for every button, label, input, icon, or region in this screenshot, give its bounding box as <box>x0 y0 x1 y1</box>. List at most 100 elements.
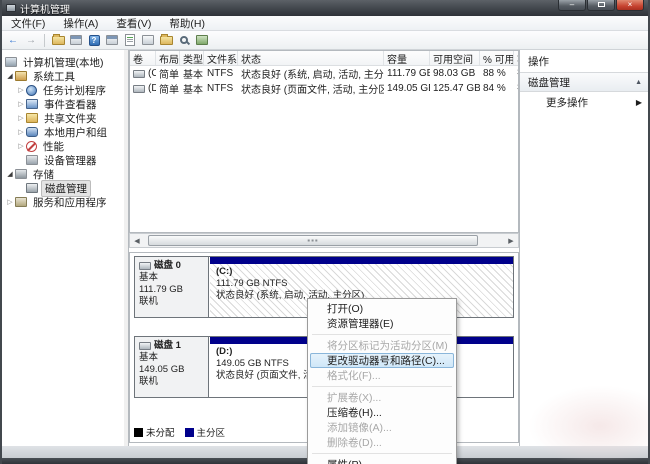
local-users-icon <box>26 127 38 137</box>
menu-file[interactable]: 文件(F) <box>2 16 54 30</box>
collapse-icon[interactable]: ▲ <box>635 79 642 86</box>
menu-item-explorer[interactable]: 资源管理器(E) <box>310 316 454 331</box>
toolbar: ← → ? <box>2 31 648 50</box>
menu-item-extend-volume: 扩展卷(X)... <box>310 390 454 405</box>
volume-row-c[interactable]: (C:) 简单 基本 NTFS 状态良好 (系统, 启动, 活动, 主分区) 1… <box>130 66 518 81</box>
system-tools-icon <box>15 71 27 81</box>
snap-in-icon[interactable] <box>195 34 209 47</box>
window-title: 计算机管理 <box>20 1 70 16</box>
column-status[interactable]: 状态 <box>238 51 384 65</box>
column-capacity[interactable]: 容量 <box>384 51 430 65</box>
tree-item-services-apps[interactable]: ▷ 服务和应用程序 <box>2 195 124 209</box>
column-layout[interactable]: 布局 <box>156 51 180 65</box>
app-icon <box>6 4 16 12</box>
collapsed-icon[interactable]: ▷ <box>16 100 26 108</box>
volume-icon <box>133 70 145 78</box>
minimize-button[interactable]: – <box>558 0 586 11</box>
primary-partition-stripe <box>210 257 513 264</box>
menu-help[interactable]: 帮助(H) <box>160 16 214 30</box>
collapsed-icon[interactable]: ▷ <box>16 142 26 150</box>
column-percent-free[interactable]: % 可用 <box>480 51 514 65</box>
collapsed-icon[interactable]: ▷ <box>5 198 15 206</box>
disk-1-type: 基本 <box>139 352 204 364</box>
menu-view[interactable]: 查看(V) <box>107 16 160 30</box>
scrollbar-thumb[interactable]: ▪▪▪ <box>148 235 478 246</box>
open-folder-icon[interactable] <box>159 34 173 47</box>
tree-item-computer-management[interactable]: 计算机管理(本地) <box>2 55 124 69</box>
column-free-space[interactable]: 可用空间 <box>430 51 480 65</box>
device-manager-icon <box>26 155 38 165</box>
disk-1-label[interactable]: 磁盘 1 基本 149.05 GB 联机 <box>135 337 209 397</box>
console-window-icon[interactable] <box>69 34 83 47</box>
storage-icon <box>15 169 27 179</box>
menu-item-open[interactable]: 打开(O) <box>310 301 454 316</box>
partition-context-menu: 打开(O) 资源管理器(E) 将分区标记为活动分区(M) 更改驱动器号和路径(C… <box>307 298 457 464</box>
tree-item-disk-management[interactable]: 磁盘管理 <box>2 181 124 195</box>
console-tree: 计算机管理(本地) ◢ 系统工具 ▷ 任务计划程序 ▷ 事件查看器 ▷ 共享文件… <box>2 50 124 446</box>
properties-icon[interactable] <box>141 34 155 47</box>
tree-item-shared-folders[interactable]: ▷ 共享文件夹 <box>2 111 124 125</box>
unallocated-swatch <box>134 428 143 437</box>
title-bar[interactable]: 计算机管理 – × <box>2 0 648 16</box>
tree-item-event-viewer[interactable]: ▷ 事件查看器 <box>2 97 124 111</box>
primary-swatch <box>185 428 194 437</box>
computer-icon <box>5 57 17 67</box>
column-volume[interactable]: 卷 <box>130 51 156 65</box>
performance-icon <box>26 141 37 152</box>
menu-item-delete-volume: 删除卷(D)... <box>310 435 454 450</box>
menu-item-format: 格式化(F)... <box>310 368 454 383</box>
disk-icon <box>139 262 151 270</box>
volume-list: 卷 布局 类型 文件系统 状态 容量 可用空间 % 可用 容错 (C:) 简单 … <box>129 50 519 233</box>
close-button[interactable]: × <box>616 0 644 11</box>
tree-item-local-users[interactable]: ▷ 本地用户和组 <box>2 125 124 139</box>
tree-item-storage[interactable]: ◢ 存储 <box>2 167 124 181</box>
tree-item-task-scheduler[interactable]: ▷ 任务计划程序 <box>2 83 124 97</box>
menu-separator <box>312 386 452 387</box>
collapsed-icon[interactable]: ▷ <box>16 128 26 136</box>
tree-item-performance[interactable]: ▷ 性能 <box>2 139 124 153</box>
disk-1-status: 联机 <box>139 376 204 388</box>
back-icon[interactable]: ← <box>6 34 20 47</box>
console-window-icon-2[interactable] <box>105 34 119 47</box>
horizontal-scrollbar[interactable]: ◀ ▪▪▪ ▶ <box>129 233 519 248</box>
tree-item-device-manager[interactable]: 设备管理器 <box>2 153 124 167</box>
search-icon[interactable] <box>177 34 191 47</box>
menu-item-properties[interactable]: 属性(P) <box>310 457 454 464</box>
toolbar-separator <box>44 34 45 47</box>
partition-c-size: 111.79 GB NTFS <box>216 278 507 290</box>
scroll-left-icon[interactable]: ◀ <box>130 234 144 247</box>
collapsed-icon[interactable]: ▷ <box>16 86 26 94</box>
menu-item-mark-active: 将分区标记为活动分区(M) <box>310 338 454 353</box>
shared-folders-icon <box>26 113 38 123</box>
menu-item-add-mirror: 添加镜像(A)... <box>310 420 454 435</box>
volume-row-d[interactable]: (D:) 简单 基本 NTFS 状态良好 (页面文件, 活动, 主分区) 149… <box>130 81 518 96</box>
forward-icon[interactable]: → <box>24 34 38 47</box>
scroll-right-icon[interactable]: ▶ <box>504 234 518 247</box>
submenu-arrow-icon: ▶ <box>636 98 642 107</box>
services-apps-icon <box>15 197 27 207</box>
disk-0-status: 联机 <box>139 296 204 308</box>
partition-c-label: (C:) <box>216 266 507 278</box>
menu-action[interactable]: 操作(A) <box>54 16 107 30</box>
actions-section-disk-management[interactable]: 磁盘管理 ▲ <box>520 73 650 92</box>
menu-item-change-drive-letter[interactable]: 更改驱动器号和路径(C)... <box>310 353 454 368</box>
column-filesystem[interactable]: 文件系统 <box>204 51 238 65</box>
disk-management-icon <box>26 183 38 193</box>
disk-1-size: 149.05 GB <box>139 364 204 376</box>
more-actions-item[interactable]: 更多操作 ▶ <box>520 92 650 112</box>
actions-title: 操作 <box>520 50 650 73</box>
help-icon[interactable]: ? <box>87 34 101 47</box>
refresh-doc-icon[interactable] <box>123 34 137 47</box>
column-type[interactable]: 类型 <box>180 51 204 65</box>
event-viewer-icon <box>26 99 38 109</box>
up-folder-icon[interactable] <box>51 34 65 47</box>
expanded-icon[interactable]: ◢ <box>5 72 15 80</box>
collapsed-icon[interactable]: ▷ <box>16 114 26 122</box>
disk-0-label[interactable]: 磁盘 0 基本 111.79 GB 联机 <box>135 257 209 317</box>
expanded-icon[interactable]: ◢ <box>5 170 15 178</box>
maximize-button[interactable] <box>587 0 615 11</box>
menu-item-shrink-volume[interactable]: 压缩卷(H)... <box>310 405 454 420</box>
tree-item-system-tools[interactable]: ◢ 系统工具 <box>2 69 124 83</box>
disk-icon <box>139 342 151 350</box>
volume-list-header: 卷 布局 类型 文件系统 状态 容量 可用空间 % 可用 容错 <box>130 51 518 66</box>
